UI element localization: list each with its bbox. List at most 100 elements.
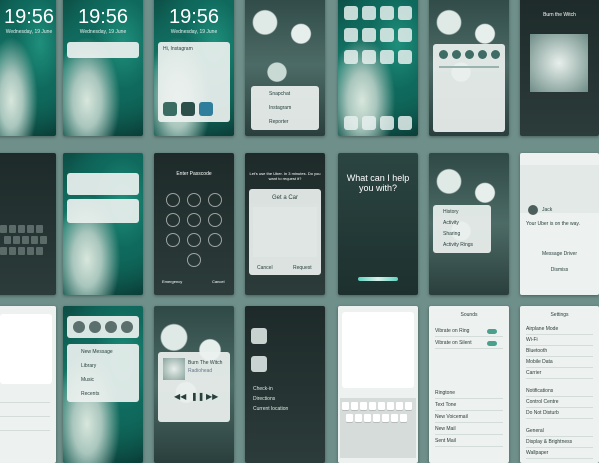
- pause-icon[interactable]: ❚❚: [191, 392, 204, 401]
- message-driver-button[interactable]: Message Driver: [520, 251, 599, 257]
- list-row[interactable]: [0, 420, 50, 431]
- uber-cancel-button[interactable]: Cancel: [257, 265, 273, 271]
- settings-row[interactable]: Wallpaper: [526, 448, 593, 459]
- bluetooth-toggle-icon[interactable]: [465, 50, 474, 59]
- dock-icon[interactable]: [362, 116, 376, 130]
- keyboard-key[interactable]: [396, 402, 403, 410]
- list-row[interactable]: [0, 392, 50, 403]
- widget-card[interactable]: [67, 173, 139, 195]
- keyboard-key[interactable]: [0, 225, 7, 233]
- settings-row[interactable]: Bluetooth: [526, 346, 593, 357]
- app-icon[interactable]: [344, 28, 358, 42]
- uber-request-button[interactable]: Request: [293, 265, 312, 271]
- keyboard-key[interactable]: [4, 236, 11, 244]
- settings-row[interactable]: Text Tone: [435, 400, 503, 411]
- keyboard-key[interactable]: [22, 236, 29, 244]
- widget-card[interactable]: [67, 199, 139, 223]
- app-icon[interactable]: [344, 6, 358, 20]
- app-icon[interactable]: [398, 28, 412, 42]
- keyboard-key[interactable]: [400, 414, 407, 422]
- settings-row[interactable]: Airplane Mode: [526, 324, 593, 335]
- dock-icon[interactable]: [344, 116, 358, 130]
- keyboard[interactable]: [340, 398, 416, 458]
- settings-row[interactable]: Ringtone: [435, 388, 503, 399]
- keypad-6[interactable]: [208, 213, 222, 227]
- avatar[interactable]: [89, 321, 101, 333]
- app-icon[interactable]: [380, 28, 394, 42]
- keyboard-key[interactable]: [0, 247, 7, 255]
- app-icon[interactable]: [380, 50, 394, 64]
- action-item[interactable]: Recents: [81, 391, 99, 397]
- keyboard-key[interactable]: [36, 225, 43, 233]
- app-icon[interactable]: [398, 6, 412, 20]
- maps-action[interactable]: Directions: [253, 396, 275, 402]
- action-item[interactable]: Music: [81, 377, 94, 383]
- quick-action-item[interactable]: History: [443, 209, 459, 215]
- list-row[interactable]: [0, 406, 50, 417]
- settings-row[interactable]: Control Centre: [526, 397, 593, 408]
- app-icon[interactable]: [380, 6, 394, 20]
- settings-row[interactable]: Wi-Fi: [526, 335, 593, 346]
- keyboard-key[interactable]: [373, 414, 380, 422]
- keyboard-key[interactable]: [13, 236, 20, 244]
- keyboard-key[interactable]: [360, 402, 367, 410]
- settings-row[interactable]: Vibrate on Ring: [435, 326, 503, 337]
- keyboard-key[interactable]: [27, 247, 34, 255]
- settings-row[interactable]: Vibrate on Silent: [435, 338, 503, 349]
- settings-row[interactable]: Display & Brightness: [526, 437, 593, 448]
- keyboard-key[interactable]: [387, 402, 394, 410]
- quick-action-item[interactable]: Activity: [443, 220, 459, 226]
- keyboard-key[interactable]: [18, 225, 25, 233]
- keyboard-key[interactable]: [346, 414, 353, 422]
- keyboard-key[interactable]: [405, 402, 412, 410]
- quick-action-item[interactable]: Sharing: [443, 231, 460, 237]
- keyboard-key[interactable]: [9, 225, 16, 233]
- brightness-slider[interactable]: [439, 66, 499, 68]
- keyboard-key[interactable]: [355, 414, 362, 422]
- keypad-3[interactable]: [208, 193, 222, 207]
- settings-row[interactable]: Mobile Data: [526, 357, 593, 368]
- emergency-link[interactable]: Emergency: [162, 279, 182, 284]
- app-icon[interactable]: [362, 6, 376, 20]
- keypad-9[interactable]: [208, 233, 222, 247]
- dock-icon[interactable]: [398, 116, 412, 130]
- app-icon[interactable]: [362, 28, 376, 42]
- settings-row[interactable]: Notifications: [526, 386, 593, 397]
- avatar[interactable]: [73, 321, 85, 333]
- keyboard-key[interactable]: [364, 414, 371, 422]
- app-icon[interactable]: [181, 102, 195, 116]
- settings-row[interactable]: Do Not Disturb: [526, 408, 593, 419]
- keyboard-key[interactable]: [369, 402, 376, 410]
- keyboard-key[interactable]: [18, 247, 25, 255]
- keyboard[interactable]: [0, 225, 52, 289]
- notification-card[interactable]: [67, 42, 139, 58]
- toggle-switch[interactable]: [487, 341, 497, 346]
- share-item[interactable]: Snapchat: [269, 91, 290, 97]
- wifi-toggle-icon[interactable]: [452, 50, 461, 59]
- keypad-7[interactable]: [166, 233, 180, 247]
- map-view[interactable]: [253, 207, 317, 257]
- app-icon[interactable]: [163, 102, 177, 116]
- keyboard-key[interactable]: [9, 247, 16, 255]
- next-icon[interactable]: ▶▶: [206, 392, 218, 401]
- keyboard-key[interactable]: [351, 402, 358, 410]
- keyboard-key[interactable]: [40, 236, 47, 244]
- share-item[interactable]: Instagram: [269, 105, 291, 111]
- settings-row[interactable]: New Voicemail: [435, 412, 503, 423]
- avatar[interactable]: [121, 321, 133, 333]
- settings-row[interactable]: General: [526, 426, 593, 437]
- settings-row[interactable]: New Mail: [435, 424, 503, 435]
- app-icon[interactable]: [199, 102, 213, 116]
- app-icon[interactable]: [398, 50, 412, 64]
- keypad-8[interactable]: [187, 233, 201, 247]
- keyboard-key[interactable]: [27, 225, 34, 233]
- rotation-lock-icon[interactable]: [491, 50, 500, 59]
- app-icon[interactable]: [362, 50, 376, 64]
- keyboard-key[interactable]: [31, 236, 38, 244]
- avatar[interactable]: [105, 321, 117, 333]
- keyboard-key[interactable]: [382, 414, 389, 422]
- dismiss-button[interactable]: Dismiss: [520, 267, 599, 273]
- maps-action[interactable]: Check-in: [253, 386, 273, 392]
- keyboard-key[interactable]: [36, 247, 43, 255]
- keypad-2[interactable]: [187, 193, 201, 207]
